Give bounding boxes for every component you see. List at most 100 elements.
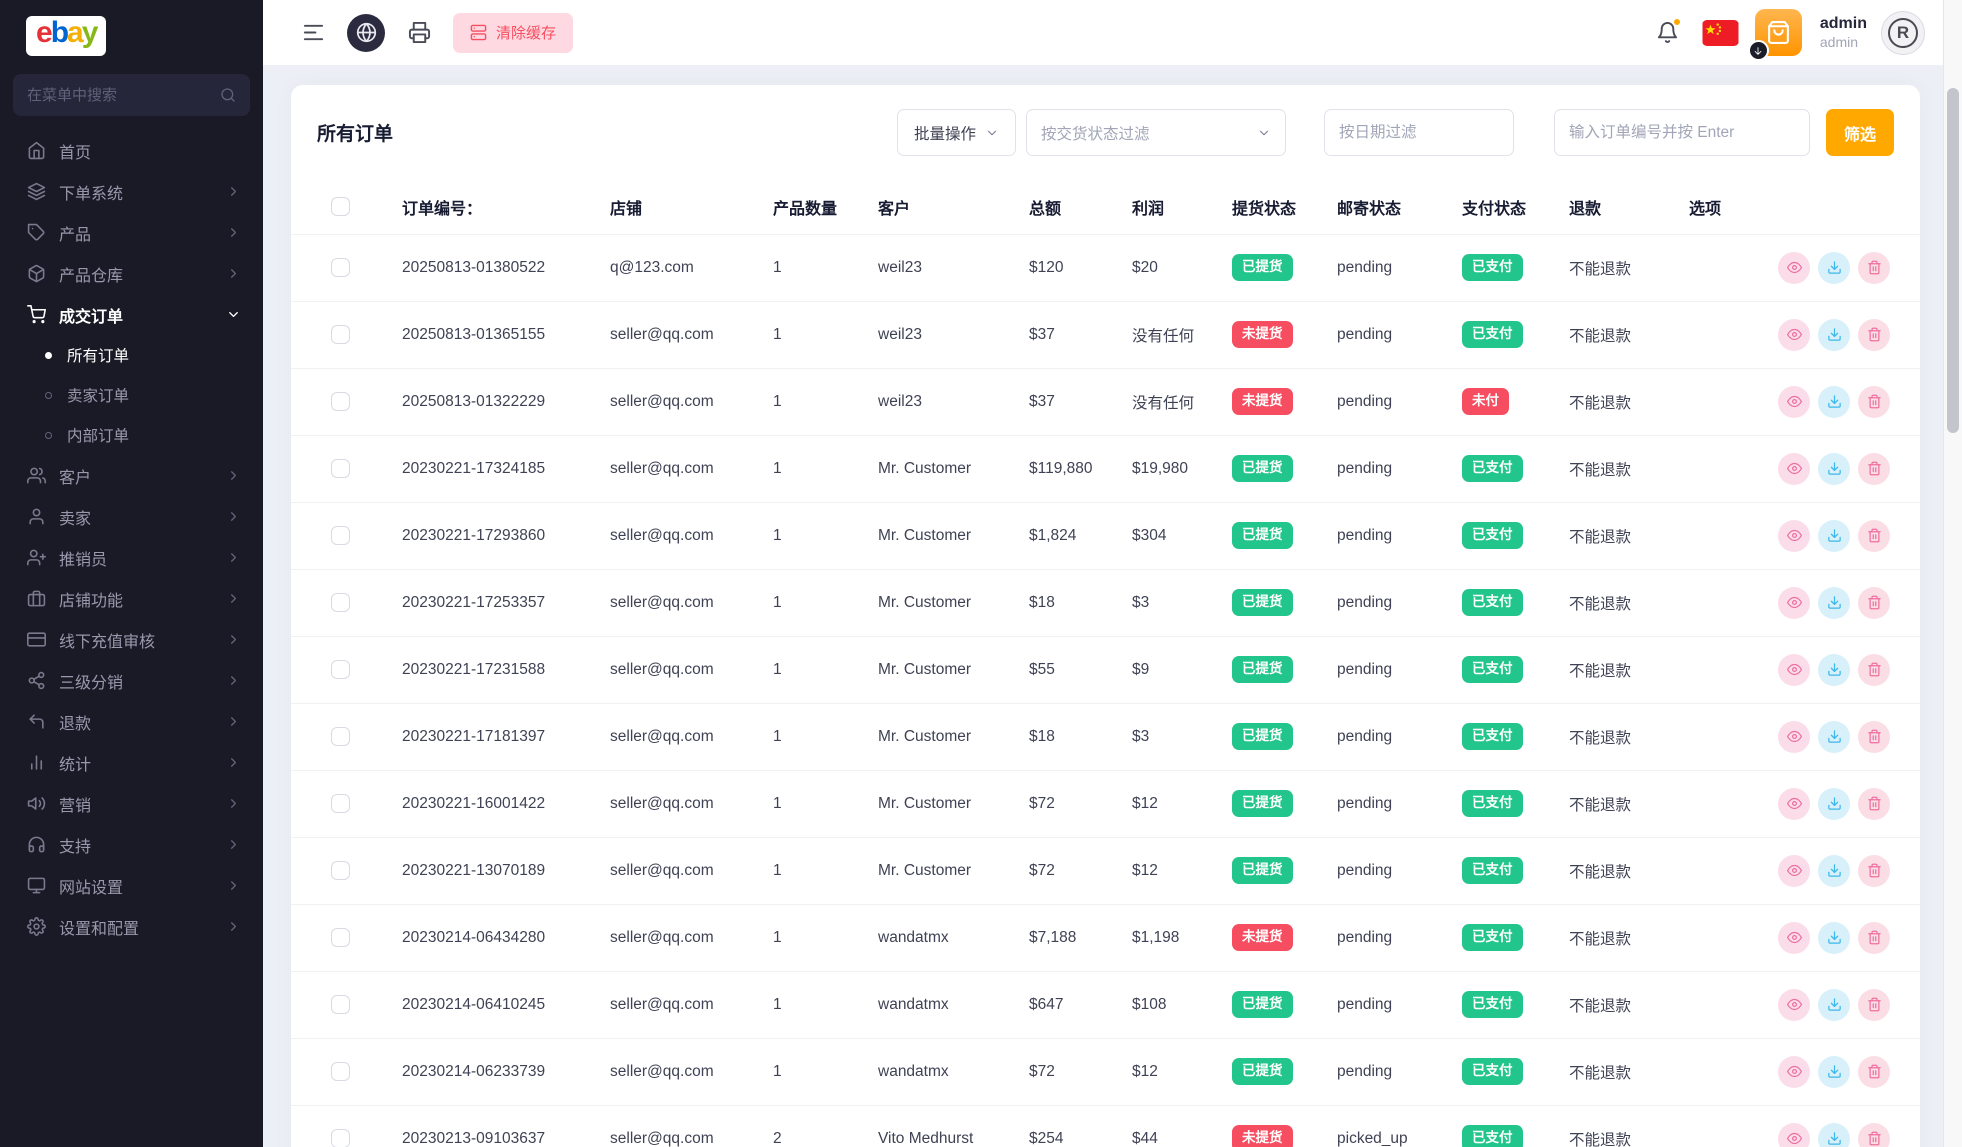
download-order-button[interactable]: [1818, 653, 1850, 686]
view-order-button[interactable]: [1778, 854, 1810, 887]
eye-icon: [1786, 997, 1802, 1012]
sidebar-item-support[interactable]: 支持: [0, 824, 263, 865]
sidebar-toggle-button[interactable]: [293, 13, 333, 53]
view-order-button[interactable]: [1778, 385, 1810, 418]
row-checkbox[interactable]: [331, 459, 350, 478]
view-order-button[interactable]: [1778, 251, 1810, 284]
user-menu[interactable]: admin admin: [1820, 14, 1867, 52]
sidebar-item-marketing[interactable]: 营销: [0, 783, 263, 824]
select-all-checkbox[interactable]: [331, 197, 350, 217]
delete-order-button[interactable]: [1858, 988, 1890, 1021]
delete-order-button[interactable]: [1858, 1122, 1890, 1147]
delete-order-button[interactable]: [1858, 519, 1890, 552]
delete-order-button[interactable]: [1858, 452, 1890, 485]
row-checkbox[interactable]: [331, 660, 350, 679]
view-order-button[interactable]: [1778, 519, 1810, 552]
scrollbar-thumb[interactable]: [1947, 88, 1959, 433]
delete-order-button[interactable]: [1858, 787, 1890, 820]
view-order-button[interactable]: [1778, 720, 1810, 753]
row-checkbox[interactable]: [331, 861, 350, 880]
row-checkbox[interactable]: [331, 995, 350, 1014]
delivery-status-filter[interactable]: 按交货状态过滤: [1025, 109, 1286, 156]
row-checkbox[interactable]: [331, 526, 350, 545]
view-order-button[interactable]: [1778, 921, 1810, 954]
download-order-button[interactable]: [1818, 787, 1850, 820]
view-order-button[interactable]: [1778, 988, 1810, 1021]
row-checkbox[interactable]: [331, 1062, 350, 1081]
globe-button[interactable]: [347, 13, 385, 52]
row-checkbox[interactable]: [331, 392, 350, 411]
caret-down-icon: [985, 126, 999, 140]
delete-order-button[interactable]: [1858, 653, 1890, 686]
sidebar-item-settings-config[interactable]: 设置和配置: [0, 906, 263, 947]
view-order-button[interactable]: [1778, 586, 1810, 619]
sidebar-item-shop-features[interactable]: 店铺功能: [0, 578, 263, 619]
briefcase-icon: [27, 589, 46, 608]
download-order-button[interactable]: [1818, 452, 1850, 485]
sidebar-item-home[interactable]: 首页: [0, 130, 263, 171]
order-number-filter-input[interactable]: [1553, 109, 1810, 156]
date-filter-input[interactable]: [1323, 109, 1514, 156]
vertical-scrollbar[interactable]: [1943, 0, 1962, 1147]
view-order-button[interactable]: [1778, 452, 1810, 485]
download-order-button[interactable]: [1818, 720, 1850, 753]
download-order-button[interactable]: [1818, 385, 1850, 418]
view-order-button[interactable]: [1778, 318, 1810, 351]
row-checkbox[interactable]: [331, 258, 350, 277]
sidebar-item-refunds[interactable]: 退款: [0, 701, 263, 742]
view-order-button[interactable]: [1778, 1055, 1810, 1088]
row-checkbox[interactable]: [331, 794, 350, 813]
delete-order-button[interactable]: [1858, 1055, 1890, 1088]
row-checkbox[interactable]: [331, 593, 350, 612]
delete-order-button[interactable]: [1858, 318, 1890, 351]
delete-order-button[interactable]: [1858, 385, 1890, 418]
notifications-button[interactable]: [1648, 13, 1688, 53]
sidebar-subitem-internal-orders[interactable]: 内部订单: [0, 415, 263, 455]
sidebar-item-customers[interactable]: 客户: [0, 455, 263, 496]
row-checkbox[interactable]: [331, 1129, 350, 1147]
user-avatar[interactable]: R: [1881, 10, 1925, 55]
sidebar-subitem-seller-orders[interactable]: 卖家订单: [0, 375, 263, 415]
language-flag-button[interactable]: [1702, 19, 1739, 46]
sidebar-item-statistics[interactable]: 统计: [0, 742, 263, 783]
sidebar-item-salesmen[interactable]: 推销员: [0, 537, 263, 578]
download-order-button[interactable]: [1818, 1055, 1850, 1088]
delete-order-button[interactable]: [1858, 854, 1890, 887]
sidebar-item-order-system[interactable]: 下单系统: [0, 171, 263, 212]
download-order-button[interactable]: [1818, 1122, 1850, 1147]
sidebar-item-product-warehouse[interactable]: 产品仓库: [0, 253, 263, 294]
sidebar-subitem-all-orders[interactable]: 所有订单: [0, 335, 263, 375]
download-order-button[interactable]: [1818, 519, 1850, 552]
row-checkbox[interactable]: [331, 727, 350, 746]
delete-order-button[interactable]: [1858, 251, 1890, 284]
delete-order-button[interactable]: [1858, 586, 1890, 619]
delete-order-button[interactable]: [1858, 720, 1890, 753]
sidebar-search-input[interactable]: [27, 86, 212, 104]
download-order-button[interactable]: [1818, 318, 1850, 351]
clear-cache-button[interactable]: 清除缓存: [453, 12, 574, 53]
download-order-button[interactable]: [1818, 586, 1850, 619]
view-order-button[interactable]: [1778, 787, 1810, 820]
sidebar-item-offline-recharge-review[interactable]: 线下充值审核: [0, 619, 263, 660]
bullet-icon: [45, 431, 52, 439]
sidebar-item-site-settings[interactable]: 网站设置: [0, 865, 263, 906]
view-order-button[interactable]: [1778, 653, 1810, 686]
sidebar-item-three-level-distribution[interactable]: 三级分销: [0, 660, 263, 701]
row-checkbox[interactable]: [331, 325, 350, 344]
download-order-button[interactable]: [1818, 854, 1850, 887]
view-order-button[interactable]: [1778, 1122, 1810, 1147]
logo-link[interactable]: ebay: [0, 0, 263, 64]
delete-order-button[interactable]: [1858, 921, 1890, 954]
download-order-button[interactable]: [1818, 988, 1850, 1021]
row-checkbox[interactable]: [331, 928, 350, 947]
bulk-actions-dropdown[interactable]: 批量操作: [896, 109, 1016, 156]
cart-button[interactable]: [1747, 9, 1802, 61]
sidebar-item-sellers[interactable]: 卖家: [0, 496, 263, 537]
sidebar-item-completed-orders[interactable]: 成交订单: [0, 294, 263, 335]
filter-button[interactable]: 筛选: [1825, 109, 1894, 156]
download-order-button[interactable]: [1818, 921, 1850, 954]
sidebar-item-products[interactable]: 产品: [0, 212, 263, 253]
print-button[interactable]: [399, 13, 439, 53]
row-checkbox-cell: [291, 502, 402, 570]
download-order-button[interactable]: [1818, 251, 1850, 284]
